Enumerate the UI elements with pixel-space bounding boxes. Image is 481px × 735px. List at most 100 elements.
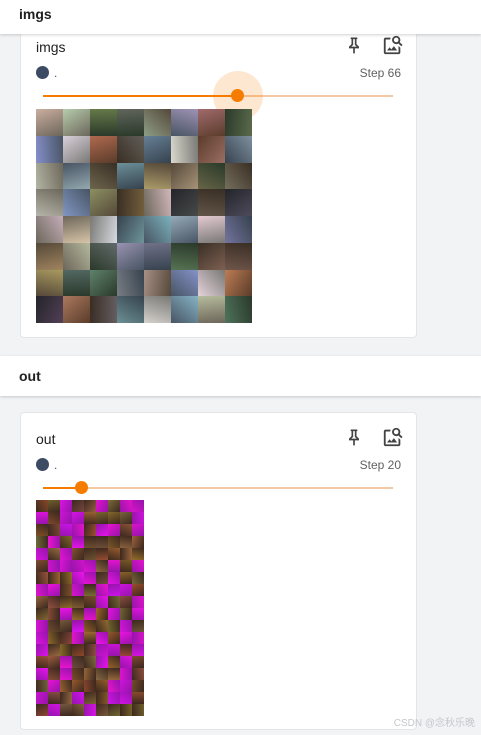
thumbnail-image (108, 632, 120, 644)
thumbnail-image (63, 189, 90, 216)
thumbnail-image (36, 620, 48, 632)
section-header-out[interactable]: out (0, 356, 481, 396)
thumbnail-image (60, 620, 72, 632)
thumbnail-image (120, 656, 132, 668)
thumbnail-image (60, 548, 72, 560)
thumbnail-image (36, 608, 48, 620)
thumbnail-image (36, 548, 48, 560)
thumbnail-image (108, 704, 120, 716)
thumbnail-image (84, 572, 96, 584)
thumbnail-image (132, 524, 144, 536)
thumbnail-image (96, 524, 108, 536)
thumbnail-image (72, 644, 84, 656)
thumbnail-image (60, 656, 72, 668)
watermark: CSDN @念秋乐晚 (393, 718, 475, 729)
thumbnail-image (84, 608, 96, 620)
thumbnail-image (48, 524, 60, 536)
thumbnail-image (132, 680, 144, 692)
thumbnail-image (72, 656, 84, 668)
thumbnail-image (60, 632, 72, 644)
thumbnail-image (72, 620, 84, 632)
thumbnail-image (60, 524, 72, 536)
thumbnail-image (96, 620, 108, 632)
image-search-icon[interactable] (381, 33, 405, 57)
pin-icon[interactable] (342, 425, 366, 449)
thumbnail-image (90, 296, 117, 323)
thumbnail-image (108, 548, 120, 560)
thumbnail-image (144, 162, 171, 190)
thumbnail-image (144, 109, 171, 136)
thumbnail-image (72, 596, 84, 608)
thumbnail-image (198, 162, 225, 190)
thumbnail-image (198, 269, 225, 297)
pin-icon[interactable] (342, 33, 366, 57)
thumbnail-image (48, 536, 60, 548)
thumbnail-image (36, 632, 48, 644)
thumbnail-image (96, 704, 108, 716)
thumbnail-image (63, 135, 90, 163)
thumbnail-image (96, 668, 108, 680)
section-header-imgs[interactable]: imgs (0, 0, 481, 34)
card-title: out (36, 431, 56, 447)
thumbnail-image (60, 692, 72, 704)
thumbnail-image (225, 109, 252, 136)
thumbnail-image (144, 269, 171, 297)
image-search-icon[interactable] (381, 425, 405, 449)
thumbnail-image (84, 680, 96, 692)
thumbnail-image (144, 296, 171, 323)
thumbnail-image (72, 704, 84, 716)
thumbnail-image (48, 704, 60, 716)
thumbnail-image (48, 596, 60, 608)
thumbnail-image (171, 162, 198, 190)
thumbnail-image (96, 572, 108, 584)
thumbnail-image (120, 572, 132, 584)
thumbnail-image (132, 560, 144, 572)
thumbnail-image (108, 560, 120, 572)
thumbnail-image (117, 216, 144, 243)
thumbnail-image (60, 644, 72, 656)
thumbnail-image (120, 644, 132, 656)
thumbnail-image (72, 632, 84, 644)
run-color-dot (36, 458, 49, 471)
thumbnail-image (132, 548, 144, 560)
thumbnail-image (225, 296, 252, 323)
thumbnail-image (108, 512, 120, 524)
thumbnail-image (108, 572, 120, 584)
thumbnail-image (117, 109, 144, 136)
step-label: Step 20 (359, 458, 401, 472)
thumbnail-image (108, 524, 120, 536)
thumbnail-image (90, 242, 117, 270)
thumbnail-image (84, 560, 96, 572)
thumbnail-image (90, 162, 117, 190)
thumbnail-image (120, 668, 132, 680)
thumbnail-image (198, 216, 225, 243)
thumbnail-image (96, 644, 108, 656)
thumbnail-image (48, 692, 60, 704)
image-grid (36, 500, 144, 716)
thumbnail-image (36, 656, 48, 668)
thumbnail-image (48, 608, 60, 620)
thumbnail-image (96, 536, 108, 548)
thumbnail-image (90, 269, 117, 297)
thumbnail-image (48, 512, 60, 524)
thumbnail-image (90, 189, 117, 216)
thumbnail-image (120, 632, 132, 644)
thumbnail-image (120, 596, 132, 608)
thumbnail-image (60, 500, 72, 512)
thumbnail-image (36, 524, 48, 536)
thumbnail-image (72, 584, 84, 596)
thumbnail-image (120, 692, 132, 704)
image-card-out: out . Step 20 (20, 412, 417, 730)
thumbnail-image (84, 644, 96, 656)
step-slider-thumb[interactable] (75, 481, 88, 494)
thumbnail-image (120, 560, 132, 572)
thumbnail-image (63, 296, 90, 323)
step-slider-thumb[interactable] (231, 89, 245, 102)
run-label: . (54, 458, 58, 472)
thumbnail-image (171, 242, 198, 270)
step-slider-track[interactable] (43, 487, 393, 489)
thumbnail-image (96, 632, 108, 644)
thumbnail-image (120, 500, 132, 512)
thumbnail-image (90, 216, 117, 243)
thumbnail-image (171, 189, 198, 216)
